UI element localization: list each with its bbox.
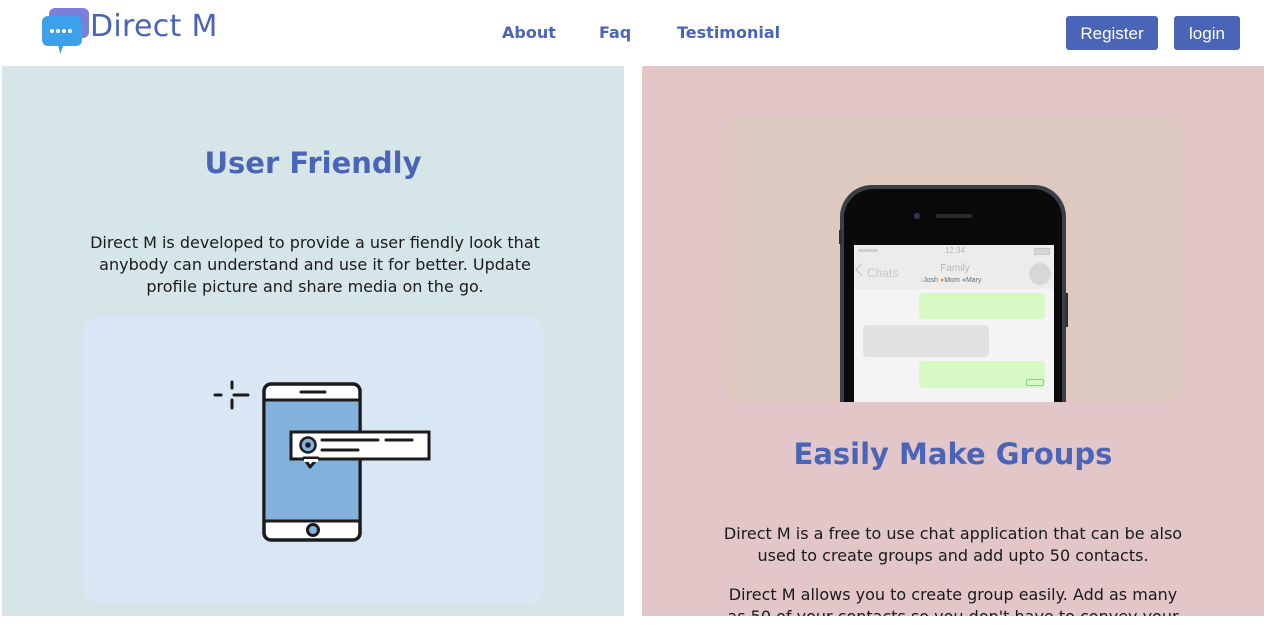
feature-title: Easily Make Groups: [793, 437, 1113, 471]
feature-description: Direct M is a free to use chat applicati…: [723, 524, 1183, 565]
feature-user-friendly: User Friendly Direct M is developed to p…: [2, 66, 624, 616]
message-bubble-sent: [919, 293, 1045, 319]
chat-bubble-icon: [42, 8, 89, 54]
back-to-chats-link[interactable]: Chats: [867, 266, 898, 280]
brand-name: Direct M: [90, 9, 218, 44]
nav-faq-link[interactable]: Faq: [599, 22, 631, 44]
avatar[interactable]: [1029, 263, 1051, 285]
member-name: Mary: [965, 277, 982, 284]
status-bar-battery-icon: [1034, 248, 1050, 255]
message-bubble-received: [863, 325, 989, 357]
sparkle-icon: [213, 380, 250, 410]
chat-title: Family: [940, 263, 970, 274]
phone-mockup: [839, 185, 1068, 402]
login-button[interactable]: login: [1174, 16, 1240, 50]
navbar: Direct M About Faq Testimonial Register …: [0, 0, 1264, 66]
status-bar-signal: [858, 249, 878, 252]
status-time: 12:34: [944, 246, 966, 255]
chat-members: ○Josh ●Mom ●Mary: [919, 277, 982, 284]
feature-description-more: Direct M allows you to create group easi…: [727, 585, 1178, 616]
nav-about-link[interactable]: About: [502, 22, 556, 44]
brand-logo[interactable]: Direct M: [40, 6, 218, 58]
feature-description: Direct M is developed to provide a user …: [90, 233, 540, 296]
feature-title: User Friendly: [204, 146, 422, 180]
member-name: Mom: [944, 277, 960, 284]
nav-testimonial-link[interactable]: Testimonial: [677, 22, 780, 44]
feature-groups: 12:34 Chats Family ○Josh ●Mom ●Mary Easi…: [642, 66, 1264, 616]
illustration-card: [82, 316, 545, 604]
register-button[interactable]: Register: [1066, 16, 1158, 50]
phone-message-illustration: [213, 380, 431, 542]
read-receipt-icon: [1026, 379, 1044, 386]
phone-screenshot-card: 12:34 Chats Family ○Josh ●Mom ●Mary: [723, 115, 1184, 402]
page-bottom-edge: [0, 616, 1264, 627]
member-name: Josh: [923, 277, 939, 284]
